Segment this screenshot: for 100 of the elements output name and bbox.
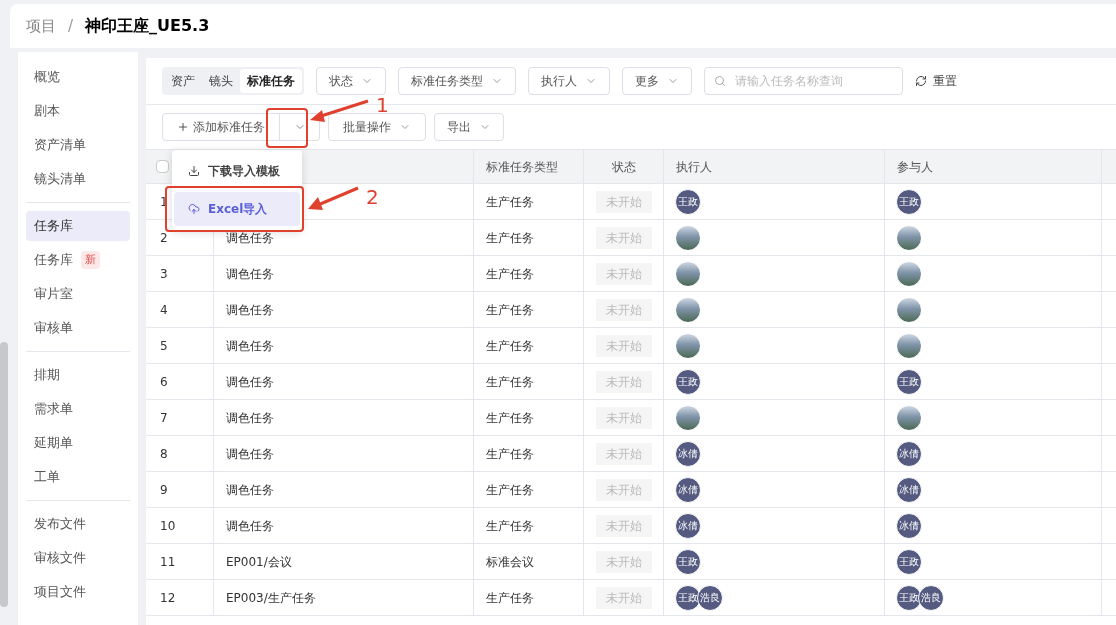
sidebar-item[interactable]: 任务库: [26, 211, 130, 241]
sidebar-item[interactable]: 审核文件: [26, 543, 130, 573]
task-type: 生产任务: [486, 193, 534, 211]
avatar: 冰倩: [675, 440, 701, 467]
add-task-button[interactable]: 添加标准任务: [162, 113, 280, 141]
avatar: 冰倩: [675, 512, 701, 539]
row-number: 8: [160, 445, 168, 463]
status-tag: 未开始: [595, 586, 652, 609]
tab[interactable]: 资产: [164, 69, 202, 93]
task-name: 调色任务: [226, 229, 274, 247]
task-type: 生产任务: [486, 265, 534, 283]
avatar: 王政: [896, 584, 922, 611]
avatar-photo: [675, 296, 701, 323]
task-name: 调色任务: [226, 373, 274, 391]
avatar: 浩良: [697, 584, 723, 611]
scrollbar-thumb[interactable]: [0, 342, 8, 607]
column-header: 参与人: [897, 158, 933, 176]
tab[interactable]: 镜头: [202, 69, 240, 93]
sidebar-item[interactable]: 发布文件: [26, 509, 130, 539]
reset-button[interactable]: 重置: [915, 72, 957, 90]
row-number: 6: [160, 373, 168, 391]
project-title: 神印王座_UE5.3: [85, 15, 210, 37]
status-tag: 未开始: [595, 442, 652, 465]
breadcrumb-separator: /: [68, 15, 74, 37]
sidebar-item[interactable]: 任务库 新: [26, 245, 130, 275]
column-header: 执行人: [676, 158, 712, 176]
plus-icon: [177, 121, 189, 133]
sidebar-item[interactable]: 延期单: [26, 428, 130, 458]
refresh-icon: [915, 75, 927, 87]
search-field[interactable]: 请输入任务名称查询: [704, 67, 903, 95]
avatar: 冰倩: [896, 512, 922, 539]
task-type: 生产任务: [486, 481, 534, 499]
task-name: 调色任务: [226, 517, 274, 535]
task-type: 生产任务: [486, 589, 534, 607]
avatar: 冰倩: [675, 476, 701, 503]
sidebar-item[interactable]: 项目文件: [26, 577, 130, 607]
row-number: 9: [160, 481, 168, 499]
task-type: 生产任务: [486, 301, 534, 319]
cloud-upload-icon: [188, 203, 200, 215]
sidebar-item[interactable]: 审片室: [26, 279, 130, 309]
annotation-arrow: [310, 99, 369, 122]
row-number: 5: [160, 337, 168, 355]
sidebar-item[interactable]: 需求单: [26, 394, 130, 424]
sidebar-item[interactable]: 概览: [26, 62, 130, 92]
avatar-photo: [675, 260, 701, 287]
avatar: 王政: [896, 188, 922, 215]
row-number: 3: [160, 265, 168, 283]
sidebar-item[interactable]: 排期: [26, 360, 130, 390]
status-tag: 未开始: [595, 262, 652, 285]
download-icon: [188, 165, 200, 177]
filter-dropdown[interactable]: 更多: [622, 67, 692, 95]
breadcrumb-link[interactable]: 项目: [26, 14, 56, 38]
task-type: 标准会议: [486, 553, 534, 571]
menu-item[interactable]: Excel导入: [174, 192, 300, 226]
new-badge: 新: [81, 250, 100, 270]
row-number: 4: [160, 301, 168, 319]
task-name: 调色任务: [226, 337, 274, 355]
filter-dropdown[interactable]: 状态: [316, 67, 386, 95]
task-name: 调色任务: [226, 409, 274, 427]
task-type: 生产任务: [486, 517, 534, 535]
row-number: 10: [160, 517, 176, 535]
task-name: 调色任务: [226, 481, 274, 499]
row-number: 12: [160, 589, 176, 607]
sidebar-item[interactable]: 工单: [26, 462, 130, 492]
task-type: 生产任务: [486, 337, 534, 355]
menu-item[interactable]: 下载导入模板: [174, 154, 300, 188]
batch-button[interactable]: 批量操作: [328, 113, 426, 141]
status-tag: 未开始: [595, 370, 652, 393]
sidebar-item[interactable]: 剧本: [26, 96, 130, 126]
status-tag: 未开始: [595, 298, 652, 321]
task-type: 生产任务: [486, 445, 534, 463]
annotation-arrow: [308, 186, 359, 210]
task-name: EP001/会议: [226, 553, 292, 571]
avatar: 王政: [675, 368, 701, 395]
avatar: 王政: [896, 548, 922, 575]
row-number: 2: [160, 229, 168, 247]
sidebar-item[interactable]: 镜头清单: [26, 164, 130, 194]
status-tag: 未开始: [595, 478, 652, 501]
task-name: 调色任务: [226, 445, 274, 463]
avatar: 王政: [896, 368, 922, 395]
avatar: 王政: [675, 548, 701, 575]
task-type: 生产任务: [486, 229, 534, 247]
task-name: 调色任务: [226, 301, 274, 319]
export-button[interactable]: 导出: [434, 113, 504, 141]
avatar-photo: [896, 332, 922, 359]
task-type: 生产任务: [486, 373, 534, 391]
filter-dropdown[interactable]: 执行人: [528, 67, 610, 95]
column-header: 标准任务类型: [486, 158, 558, 176]
annotation-number: 2: [366, 184, 379, 211]
sidebar-item[interactable]: 审核单: [26, 313, 130, 343]
status-tag: 未开始: [595, 190, 652, 213]
header-checkbox[interactable]: [156, 160, 169, 173]
status-tag: 未开始: [595, 334, 652, 357]
task-type: 生产任务: [486, 409, 534, 427]
sidebar-item[interactable]: 资产清单: [26, 130, 130, 160]
filter-dropdown[interactable]: 标准任务类型: [398, 67, 516, 95]
status-tag: 未开始: [595, 550, 652, 573]
avatar: 浩良: [918, 584, 944, 611]
tab[interactable]: 标准任务: [240, 69, 302, 93]
avatar: 王政: [675, 188, 701, 215]
